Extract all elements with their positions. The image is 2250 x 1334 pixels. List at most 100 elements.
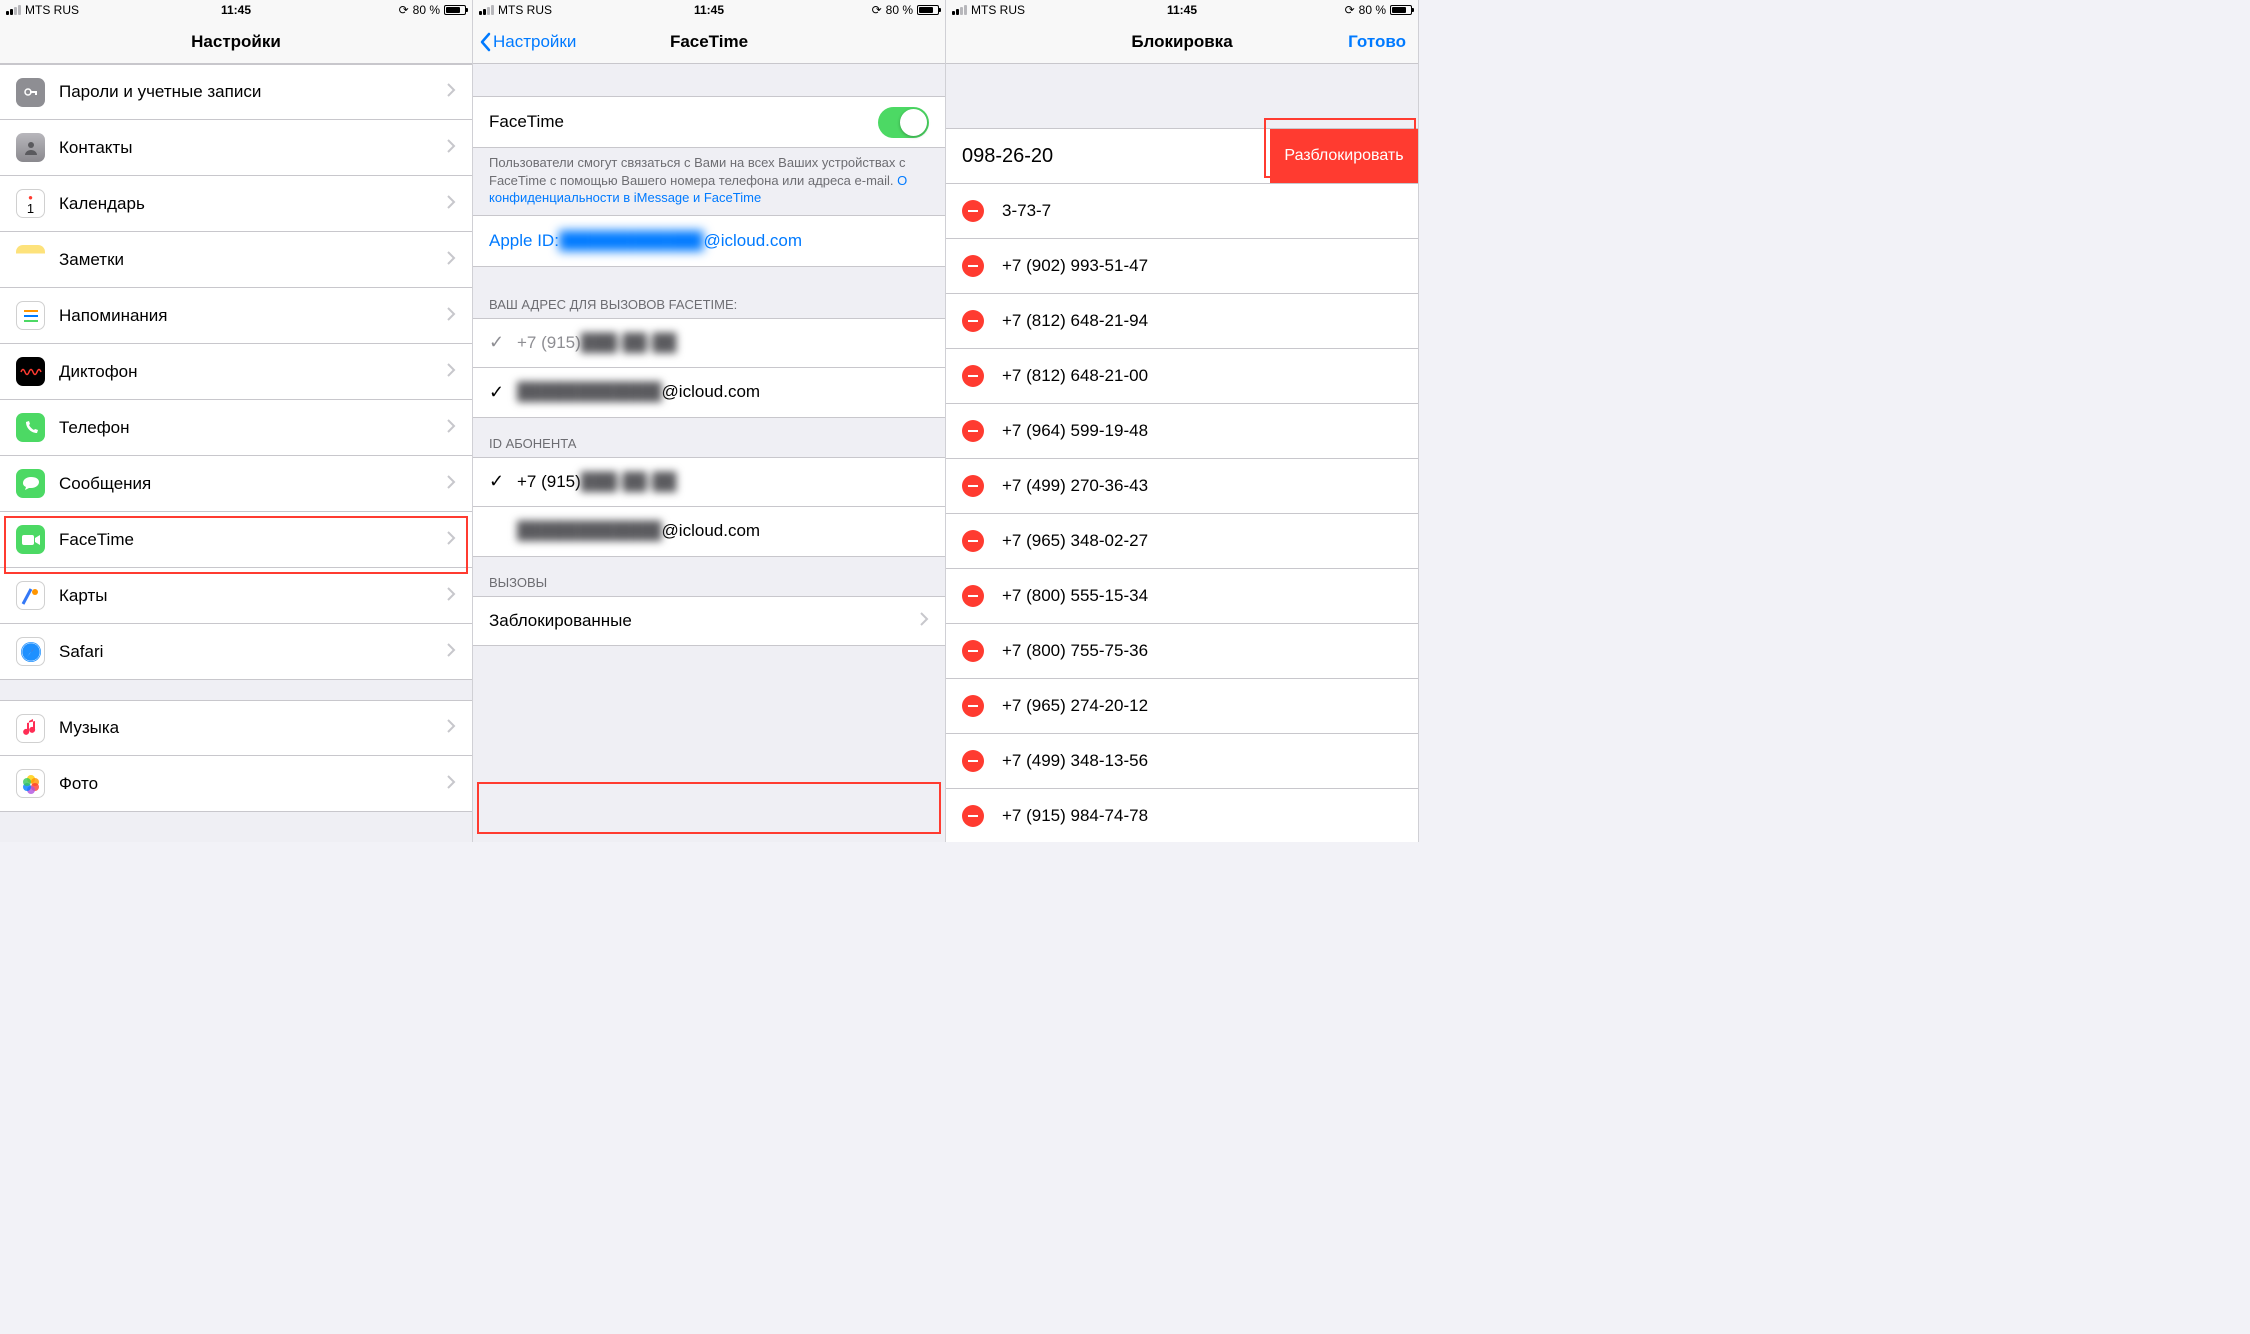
apple-id-prefix: Apple ID: [489,231,559,251]
blocked-number: +7 (800) 555-15-34 [1002,586,1148,606]
voice-icon [16,357,45,386]
settings-item-safari[interactable]: Safari [0,624,472,680]
blocked-number: +7 (499) 270-36-43 [1002,476,1148,496]
key-icon [16,78,45,107]
chevron-right-icon [447,362,456,382]
battery-icon [917,5,939,15]
blocked-contact-row[interactable]: +7 (915) 984-74-78 [946,789,1418,842]
back-button[interactable]: Настройки [479,32,576,52]
ft-icon [16,525,45,554]
settings-item-contacts[interactable]: Контакты [0,120,472,176]
blocked-contact-row[interactable]: +7 (965) 348-02-27 [946,514,1418,569]
blocked-contact-row[interactable]: +7 (800) 755-75-36 [946,624,1418,679]
facetime-footer: Пользователи смогут связаться с Вами на … [473,148,945,215]
blocked-number: +7 (800) 755-75-36 [1002,641,1148,661]
settings-item-cal[interactable]: ●1Календарь [0,176,472,232]
caller-email-row[interactable]: ✓ ████████████ @icloud.com [473,507,945,557]
blocked-contact-row[interactable]: +7 (812) 648-21-94 [946,294,1418,349]
blocked-contact-row[interactable]: +7 (902) 993-51-47 [946,239,1418,294]
contacts-icon [16,133,45,162]
settings-item-key[interactable]: Пароли и учетные записи [0,64,472,120]
address-phone-row[interactable]: ✓ +7 (915) ███-██-██ [473,318,945,368]
address-email-row[interactable]: ✓ ████████████ @icloud.com [473,368,945,418]
settings-item-ft[interactable]: FaceTime [0,512,472,568]
remove-icon[interactable] [962,200,984,222]
facetime-toggle-row[interactable]: FaceTime [473,96,945,148]
blocked-row[interactable]: Заблокированные [473,596,945,646]
caller-phone-row[interactable]: ✓ +7 (915) ███-██-██ [473,457,945,507]
settings-item-maps[interactable]: Карты [0,568,472,624]
checkmark-icon: ✓ [489,471,505,492]
remove-icon[interactable] [962,475,984,497]
unblock-button[interactable]: Разблокировать [1270,129,1418,183]
facetime-toggle[interactable] [878,107,929,138]
settings-item-msg[interactable]: Сообщения [0,456,472,512]
settings-item-photos[interactable]: Фото [0,756,472,812]
chevron-right-icon [447,194,456,214]
page-title: Блокировка [1131,32,1232,52]
blocked-contact-row[interactable]: +7 (499) 348-13-56 [946,734,1418,789]
remove-icon[interactable] [962,420,984,442]
blocked-contact-row[interactable]: +7 (499) 270-36-43 [946,459,1418,514]
caller-phone-prefix: +7 (915) [517,472,581,492]
music-icon [16,714,45,743]
remove-icon[interactable] [962,750,984,772]
addr-phone-blur: ███-██-██ [581,333,677,353]
photos-icon [16,769,45,798]
safari-icon [16,637,45,666]
settings-item-phone[interactable]: Телефон [0,400,472,456]
remove-icon[interactable] [962,695,984,717]
apple-id-row[interactable]: Apple ID: ████████████ @icloud.com [473,215,945,267]
done-button[interactable]: Готово [1348,32,1406,52]
chevron-right-icon [447,718,456,738]
settings-item-music[interactable]: Музыка [0,700,472,756]
remove-icon[interactable] [962,805,984,827]
settings-item-rem[interactable]: Напоминания [0,288,472,344]
battery-icon [1390,5,1412,15]
caller-id-header: ID АБОНЕНТА [473,418,945,457]
maps-icon [16,581,45,610]
page-title: Настройки [191,32,281,52]
addr-email-blur: ████████████ [517,382,662,402]
calls-header: ВЫЗОВЫ [473,557,945,596]
caller-phone-blur: ███-██-██ [581,472,677,492]
status-bar: MTS RUS 11:45 ⟳ 80 % [0,0,472,20]
blocked-contact-row[interactable]: 3-73-7 [946,184,1418,239]
settings-item-label: Сообщения [59,474,439,494]
blocked-number: 098-26-20 [962,145,1053,168]
remove-icon[interactable] [962,255,984,277]
chevron-right-icon [447,530,456,550]
settings-item-notes[interactable]: Заметки [0,232,472,288]
settings-item-label: Напоминания [59,306,439,326]
settings-item-voice[interactable]: Диктофон [0,344,472,400]
chevron-right-icon [447,418,456,438]
highlight-blocked [477,782,941,834]
settings-item-label: Диктофон [59,362,439,382]
caller-email-blur: ████████████ [517,521,662,541]
settings-screen: MTS RUS 11:45 ⟳ 80 % Настройки Пароли и … [0,0,473,842]
settings-item-label: Карты [59,586,439,606]
blocked-label: Заблокированные [489,611,912,631]
blocked-contact-row-swiped[interactable]: 098-26-20 Разблокировать [946,128,1418,184]
addresses-header: ВАШ АДРЕС ДЛЯ ВЫЗОВОВ FACETIME: [473,267,945,318]
chevron-right-icon [447,306,456,326]
remove-icon[interactable] [962,640,984,662]
remove-icon[interactable] [962,365,984,387]
blocked-number: +7 (964) 599-19-48 [1002,421,1148,441]
blocked-number: 3-73-7 [1002,201,1051,221]
blocked-contact-row[interactable]: +7 (812) 648-21-00 [946,349,1418,404]
remove-icon[interactable] [962,530,984,552]
status-time: 11:45 [946,3,1418,17]
remove-icon[interactable] [962,310,984,332]
settings-item-label: Телефон [59,418,439,438]
blocked-number: +7 (902) 993-51-47 [1002,256,1148,276]
checkmark-icon: ✓ [489,382,505,403]
chevron-right-icon [920,611,929,631]
blocked-contact-row[interactable]: +7 (965) 274-20-12 [946,679,1418,734]
blocked-contact-row[interactable]: +7 (800) 555-15-34 [946,569,1418,624]
blocked-contact-row[interactable]: +7 (964) 599-19-48 [946,404,1418,459]
chevron-right-icon [447,82,456,102]
settings-item-label: Музыка [59,718,439,738]
settings-item-label: FaceTime [59,530,439,550]
remove-icon[interactable] [962,585,984,607]
